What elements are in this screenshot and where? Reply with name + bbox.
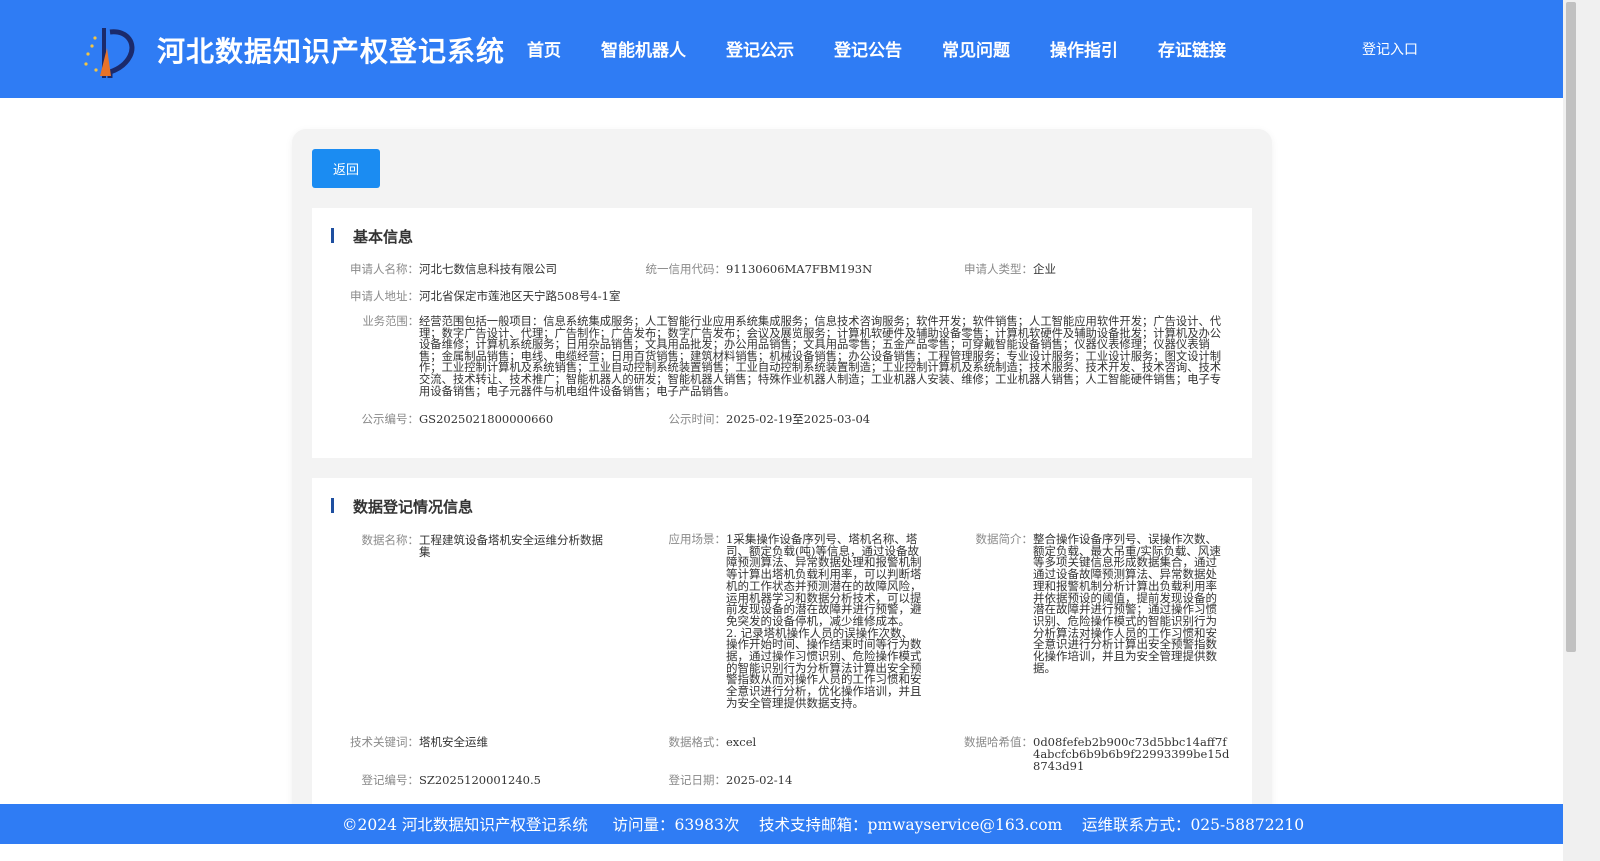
- bottom-strip: [0, 844, 1563, 861]
- data-name-field: 数据名称： 工程建筑设备塔机安全运维分析数据集: [362, 533, 611, 559]
- page-footer: ©2024 河北数据知识产权登记系统 访问量：63983次 技术支持邮箱：pmw…: [0, 804, 1563, 844]
- publication-time-label: 公示时间：: [668, 412, 727, 426]
- application-scene-value: 1采集操作设备序列号、塔机名称、塔司、额定负载(吨)等信息，通过设备故障预测算法…: [726, 532, 922, 710]
- applicant-name-label: 申请人名称：: [350, 262, 419, 276]
- data-hash-field: 数据哈希值： 0d08fefeb2b900c73d5bbc14aff7f4abc…: [964, 735, 1231, 773]
- site-title: 河北数据知识产权登记系统: [157, 35, 506, 68]
- nav-public-notice[interactable]: 登记公示: [726, 36, 794, 61]
- data-registration-title: 数据登记情况信息: [331, 496, 473, 517]
- data-format-label: 数据格式：: [668, 735, 727, 749]
- application-scene-label: 应用场景：: [668, 532, 727, 546]
- business-scope-label: 业务范围：: [362, 315, 420, 328]
- application-scene-field: 应用场景： 1采集操作设备序列号、塔机名称、塔司、额定负载(吨)等信息，通过设备…: [669, 532, 923, 710]
- data-summary-value: 整合操作设备序列号、误操作次数、额定负载、最大吊重/实际负载、风速等多项关键信息…: [1033, 532, 1221, 675]
- applicant-type-value: 企业: [1033, 262, 1056, 276]
- credit-code-label: 统一信用代码：: [645, 262, 727, 276]
- data-name-value: 工程建筑设备塔机安全运维分析数据集: [419, 533, 603, 559]
- data-summary-field: 数据简介： 整合操作设备序列号、误操作次数、额定负载、最大吊重/实际负载、风速等…: [976, 532, 1227, 675]
- publication-no-value: GS2025021800000660: [419, 412, 554, 426]
- address-field: 申请人地址： 河北省保定市莲池区天宁路508号4-1室: [350, 289, 621, 303]
- registration-date-field: 登记日期： 2025-02-14: [669, 773, 793, 787]
- tech-keyword-label: 技术关键词：: [350, 735, 419, 749]
- registration-no-value: SZ2025120001240.5: [419, 773, 541, 787]
- credit-code-field: 统一信用代码： 91130606MA7FBM193N: [646, 262, 873, 276]
- nav-robot[interactable]: 智能机器人: [601, 36, 686, 61]
- data-hash-label: 数据哈希值：: [964, 735, 1033, 749]
- registration-no-field: 登记编号： SZ2025120001240.5: [362, 773, 541, 787]
- nav-guide[interactable]: 操作指引: [1050, 36, 1118, 61]
- basic-info-title: 基本信息: [331, 226, 413, 247]
- data-format-value: excel: [726, 735, 757, 749]
- data-name-label: 数据名称：: [361, 533, 420, 547]
- address-value: 河北省保定市莲池区天宁路508号4-1室: [419, 289, 621, 303]
- detail-card: 返回 基本信息 申请人名称： 河北七数信息科技有限公司 统一信用代码： 9113…: [292, 129, 1272, 849]
- nav-home[interactable]: 首页: [527, 36, 561, 61]
- nav-faq[interactable]: 常见问题: [942, 36, 1010, 61]
- address-label: 申请人地址：: [350, 289, 419, 303]
- nav-evidence-link[interactable]: 存证链接: [1158, 36, 1226, 61]
- basic-info-section: 基本信息 申请人名称： 河北七数信息科技有限公司 统一信用代码： 9113060…: [312, 208, 1252, 458]
- footer-text: ©2024 河北数据知识产权登记系统 访问量：63983次 技术支持邮箱：pmw…: [342, 816, 1305, 834]
- tech-keyword-field: 技术关键词： 塔机安全运维: [350, 735, 488, 749]
- applicant-name-value: 河北七数信息科技有限公司: [419, 262, 557, 276]
- publication-no-field: 公示编号： GS2025021800000660: [362, 412, 554, 426]
- main-nav: 首页 智能机器人 登记公示 登记公告 常见问题 操作指引 存证链接: [527, 36, 1266, 61]
- page-scrollbar[interactable]: [1563, 0, 1600, 861]
- data-registration-section: 数据登记情况信息 数据名称： 工程建筑设备塔机安全运维分析数据集 应用场景： 1…: [312, 478, 1252, 849]
- login-link[interactable]: 登记入口: [1362, 39, 1418, 59]
- data-hash-value: 0d08fefeb2b900c73d5bbc14aff7f4abcfcb6b9b…: [1033, 735, 1230, 773]
- publication-time-value: 2025-02-19至2025-03-04: [726, 412, 871, 426]
- data-format-field: 数据格式： excel: [669, 735, 757, 749]
- applicant-type-field: 申请人类型： 企业: [964, 262, 1056, 276]
- credit-code-value: 91130606MA7FBM193N: [726, 262, 873, 276]
- registration-no-label: 登记编号：: [361, 773, 420, 787]
- publication-no-label: 公示编号：: [361, 412, 420, 426]
- top-header: 河北数据知识产权登记系统 首页 智能机器人 登记公示 登记公告 常见问题 操作指…: [0, 0, 1563, 98]
- back-button[interactable]: 返回: [312, 149, 380, 188]
- applicant-type-label: 申请人类型：: [964, 262, 1033, 276]
- registration-date-label: 登记日期：: [668, 773, 727, 787]
- data-summary-label: 数据简介：: [975, 532, 1034, 546]
- nav-announcement[interactable]: 登记公告: [834, 36, 902, 61]
- business-scope-field: 业务范围： 经营范围包括一般项目：信息系统集成服务；人工智能行业应用系统集成服务…: [363, 315, 1231, 398]
- registration-date-value: 2025-02-14: [726, 773, 793, 787]
- applicant-name-field: 申请人名称： 河北七数信息科技有限公司: [350, 262, 557, 276]
- scrollbar-thumb[interactable]: [1566, 2, 1576, 652]
- tech-keyword-value: 塔机安全运维: [419, 735, 488, 749]
- business-scope-value: 经营范围包括一般项目：信息系统集成服务；人工智能行业应用系统集成服务；信息技术咨…: [419, 315, 1222, 398]
- site-logo[interactable]: [80, 26, 136, 80]
- publication-time-field: 公示时间： 2025-02-19至2025-03-04: [669, 412, 871, 426]
